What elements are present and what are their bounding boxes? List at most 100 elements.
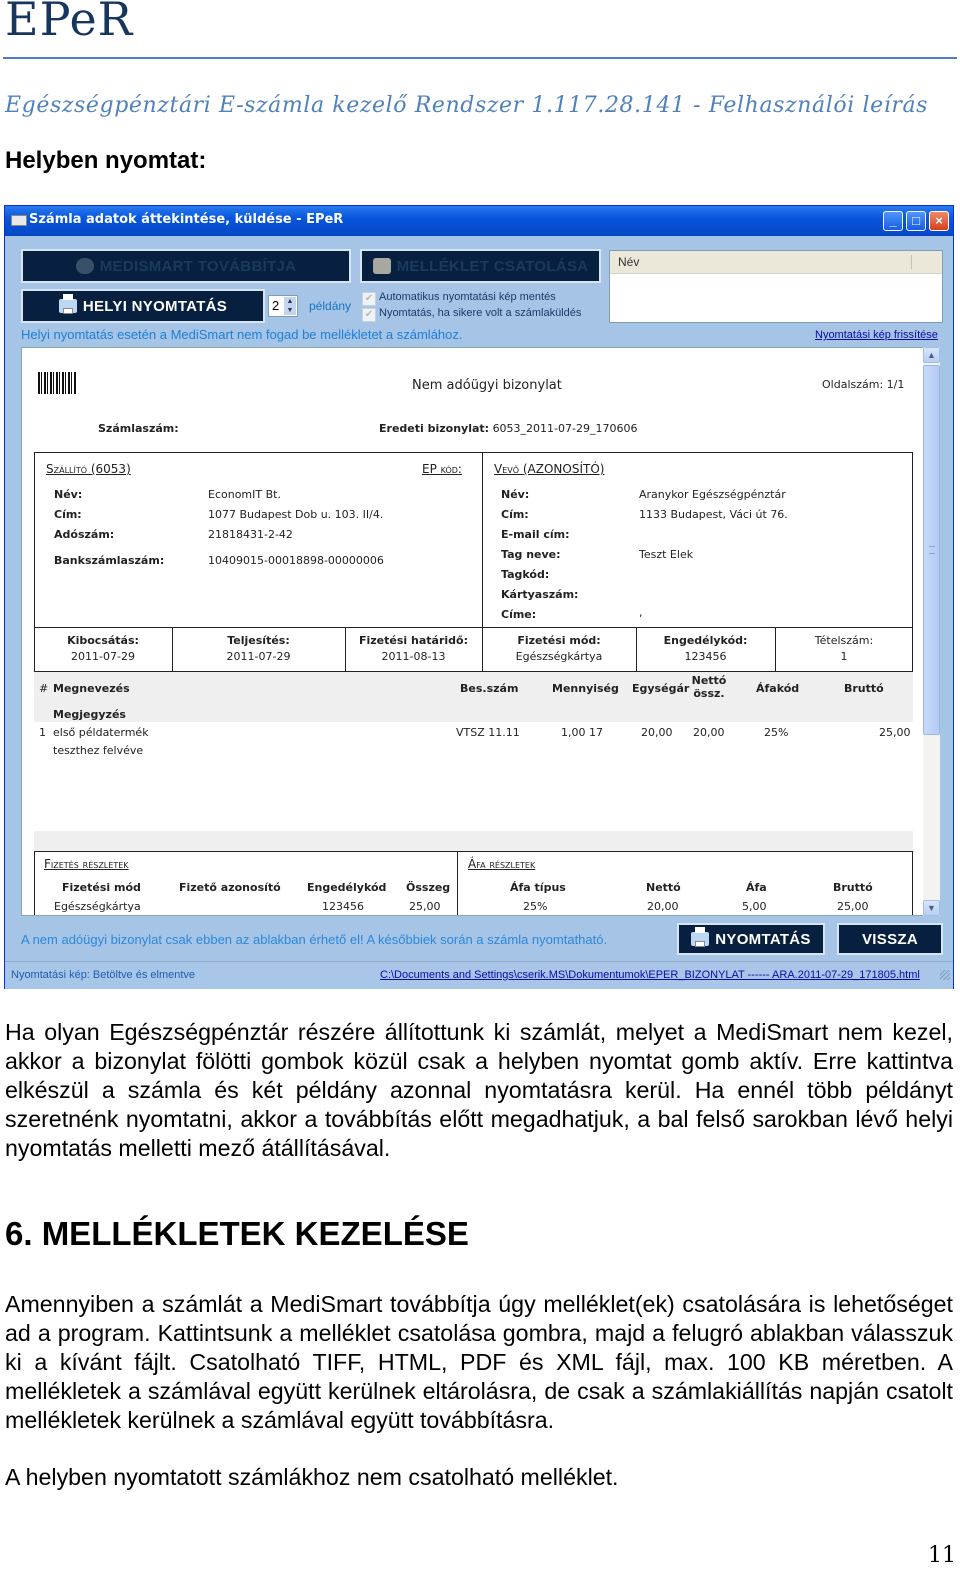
scroll-up-icon[interactable]: ▲ xyxy=(923,347,940,363)
buyer-field-value: Aranykor Egészségpénztár xyxy=(639,488,786,501)
auto-save-checkbox[interactable]: ✔ xyxy=(362,292,376,306)
buyer-field-value: Teszt Elek xyxy=(639,548,694,561)
page-number: 11 xyxy=(928,1543,956,1568)
supplier-field-value: EconomIT Bt. xyxy=(208,488,281,501)
item-name: első példatermék xyxy=(53,726,149,739)
summary-label: Fizetési mód: xyxy=(517,634,601,647)
buyer-field-label: Tagkód: xyxy=(501,568,550,581)
local-print-label: HELYI NYOMTATÁS xyxy=(82,297,228,315)
supplier-field-label: Adószám: xyxy=(54,528,115,541)
local-print-warning: Helyi nyomtatás esetén a MediSmart nem f… xyxy=(21,327,463,342)
ep-code-label: EP kód: xyxy=(422,462,462,476)
refresh-preview-link[interactable]: Nyomtatási kép frissítése xyxy=(815,329,938,341)
buyer-field-label: Tag neve: xyxy=(501,548,561,561)
items-col-unit-price: Egységár xyxy=(632,682,690,695)
column-separator xyxy=(911,255,912,269)
attachment-list-header[interactable]: Név xyxy=(610,251,942,274)
summary-label: Tételszám: xyxy=(814,634,874,647)
document-title: EPeR xyxy=(5,0,134,46)
minimize-button[interactable]: _ xyxy=(883,211,903,231)
items-header xyxy=(34,672,913,722)
page-count-label: Oldalszám: xyxy=(822,378,884,391)
print-button[interactable]: NYOMTATÁS xyxy=(677,923,825,955)
attachment-button[interactable]: MELLÉKLET CSATOLÁSA xyxy=(360,249,601,283)
vat-col-header: Bruttó xyxy=(833,881,873,894)
supplier-field-value: 10409015-00018898-00000006 xyxy=(208,554,384,567)
preview-scrollbar[interactable]: ▲ ▼ xyxy=(923,347,940,916)
supplier-field-value: 1077 Budapest Dob u. 103. II/4. xyxy=(208,508,384,521)
summary-value: 2011-07-29 xyxy=(71,650,135,663)
items-col-vat-code: Áfakód xyxy=(756,682,800,695)
buyer-field-label: Cím: xyxy=(501,508,529,521)
non-tax-document-info: A nem adóügyi bizonylat csak ebben az ab… xyxy=(21,932,608,947)
item-qty: 1,00 17 xyxy=(561,726,603,739)
status-print-image: Nyomtatási kép: Betöltve és elmentve xyxy=(11,969,196,981)
attachment-list[interactable]: Név xyxy=(609,250,943,323)
medismart-forward-button[interactable]: MEDISMART TOVÁBBÍTJA xyxy=(21,249,351,283)
copies-label: példány xyxy=(309,299,352,313)
items-col-qty: Mennyiség xyxy=(552,682,619,695)
supplier-field-label: Név: xyxy=(54,488,83,501)
summary-value: 2011-07-29 xyxy=(226,650,291,663)
payment-cell: 123456 xyxy=(322,900,364,913)
invoice-preview: Nem adóügyi bizonylat Oldalszám: 1/1 Szá… xyxy=(21,347,937,916)
buyer-heading: Vevő (AZONOSÍTÓ) xyxy=(494,462,605,476)
payment-col-header: Engedélykód xyxy=(307,881,387,894)
buyer-field-label: Név: xyxy=(501,488,530,501)
window-titlebar[interactable]: Számla adatok áttekintése, küldése - EPe… xyxy=(5,206,953,236)
document-type: Nem adóügyi bizonylat xyxy=(412,378,562,393)
spinner-arrows-icon[interactable]: ▲ ▼ xyxy=(284,297,296,315)
item-num: 1 xyxy=(39,726,46,739)
close-button[interactable]: × xyxy=(929,211,949,231)
summary-label: Engedélykód: xyxy=(663,634,748,647)
page-count: Oldalszám: 1/1 xyxy=(822,378,904,391)
items-col-net: Nettó össz. xyxy=(687,674,731,700)
items-col-gross: Bruttó xyxy=(844,682,884,695)
item-class-no: VTSZ 11.11 xyxy=(456,726,520,739)
summary-value: 2011-08-13 xyxy=(381,650,446,663)
summary-label: Fizetési határidő: xyxy=(359,634,468,647)
back-button[interactable]: VISSZA xyxy=(837,923,943,955)
barcode-icon xyxy=(38,372,76,394)
original-document: Eredeti bizonylat: 6053_2011-07-29_17060… xyxy=(379,422,637,435)
items-col-num: # xyxy=(39,682,49,695)
details-divider xyxy=(457,851,458,915)
maximize-button[interactable]: □ xyxy=(906,211,926,231)
copies-spinner[interactable]: 2 ▲ ▼ xyxy=(268,295,298,317)
paragraph-attachments: Amennyiben a számlát a MediSmart továbbí… xyxy=(5,1291,953,1433)
section-heading: 6. MELLÉKLETEK KEZELÉSE xyxy=(5,1215,469,1252)
vat-col-header: Áfa xyxy=(746,881,767,894)
paperclip-icon xyxy=(372,258,391,274)
scroll-thumb[interactable] xyxy=(923,365,940,735)
back-button-label: VISSZA xyxy=(862,930,918,948)
payment-cell: Egészségkártya xyxy=(54,900,141,913)
auto-save-label: Automatikus nyomtatási kép mentés xyxy=(379,291,556,303)
summary-label: Teljesítés: xyxy=(227,634,290,647)
resize-grip-icon[interactable] xyxy=(940,970,950,980)
vat-cell: 5,00 xyxy=(742,900,767,913)
printer-icon xyxy=(58,294,77,314)
invoice-review-window: Számla adatok áttekintése, küldése - EPe… xyxy=(4,205,954,989)
local-print-button[interactable]: HELYI NYOMTATÁS xyxy=(21,289,265,323)
print-on-success-checkbox[interactable]: ✔ xyxy=(362,308,376,322)
vat-col-header: Áfa típus xyxy=(510,881,566,894)
header-rule xyxy=(3,57,957,59)
name-column-header: Név xyxy=(618,255,640,269)
items-col-name: Megnevezés xyxy=(53,682,130,695)
status-file-path-link[interactable]: C:\Documents and Settings\cserik.MS\Doku… xyxy=(380,969,920,981)
copies-value: 2 xyxy=(272,298,280,313)
printer-icon xyxy=(691,927,710,947)
summary-value: 123456 xyxy=(684,650,727,663)
section-label: Helyben nyomtat: xyxy=(5,147,207,174)
scroll-down-icon[interactable]: ▼ xyxy=(923,900,940,916)
buyer-field-label: E-mail cím: xyxy=(501,528,570,541)
supplier-field-label: Cím: xyxy=(54,508,82,521)
payment-col-header: Összeg xyxy=(406,881,451,894)
item-note: teszthez felvéve xyxy=(53,744,144,757)
buyer-field-value: 1133 Budapest, Váci út 76. xyxy=(639,508,788,521)
buyer-field-label: Kártyaszám: xyxy=(501,588,579,601)
original-document-value: 6053_2011-07-29_170606 xyxy=(492,422,638,435)
supplier-field-label: Bankszámlaszám: xyxy=(54,554,165,567)
item-net: 20,00 xyxy=(693,726,725,739)
attachment-button-label: MELLÉKLET CSATOLÁSA xyxy=(396,257,589,275)
